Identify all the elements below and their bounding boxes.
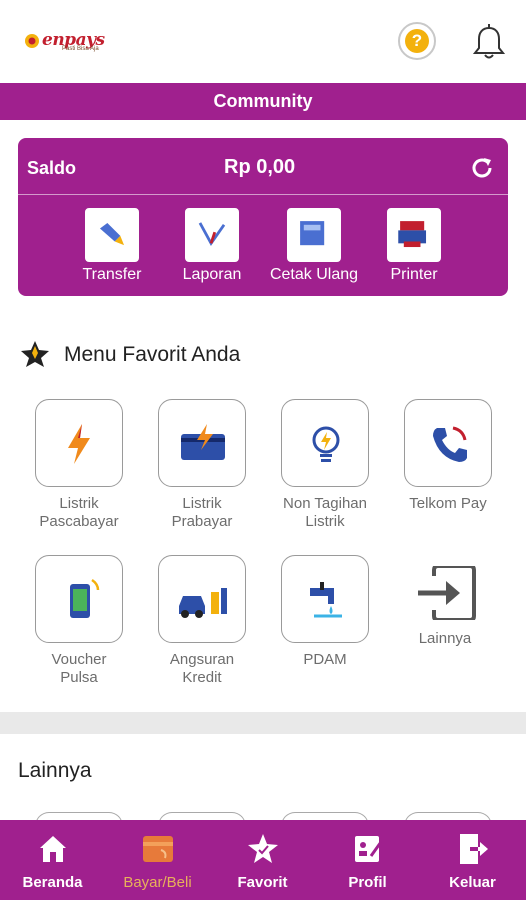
menu-angsuran-kredit[interactable]: Angsuran Kredit	[147, 555, 257, 687]
menu-label: Listrik Prabayar	[171, 495, 233, 530]
laporan-button[interactable]: Laporan	[176, 208, 248, 284]
nav-label: Favorit	[237, 874, 288, 891]
printer-button[interactable]: Printer	[378, 208, 450, 284]
login-arrow-icon[interactable]	[412, 566, 478, 620]
phone-icon	[404, 399, 492, 487]
transfer-label: Transfer	[82, 266, 142, 283]
mobile-icon	[35, 555, 123, 643]
others-title: Lainnya	[18, 759, 92, 782]
cetak-ulang-label: Cetak Ulang	[269, 266, 359, 283]
bottom-nav: Beranda Bayar/Beli Favorit Profil Keluar	[0, 820, 526, 900]
enpays-logo: enpays Pasti Bisa Aja	[22, 28, 140, 56]
saldo-divider	[18, 194, 508, 195]
logo-tagline: Pasti Bisa Aja	[62, 46, 99, 52]
menu-listrik-pascabayar[interactable]: Listrik Pascabayar	[24, 399, 134, 531]
car-installment-icon	[158, 555, 246, 643]
menu-label[interactable]: Lainnya	[400, 630, 490, 647]
help-icon: ?	[405, 29, 429, 53]
nav-label: Keluar	[449, 874, 496, 891]
favorites-title: Menu Favorit Anda	[64, 343, 241, 366]
saldo-card: Saldo Rp 0,00 Transfer Laporan Cetak Ula…	[18, 138, 508, 296]
cetak-ulang-button[interactable]: Cetak Ulang	[266, 208, 362, 284]
menu-label: Non Tagihan Listrik	[283, 495, 367, 530]
nav-keluar[interactable]: Keluar	[420, 820, 525, 900]
profile-icon	[355, 836, 383, 862]
app-header: enpays Pasti Bisa Aja ?	[0, 0, 526, 82]
menu-label: PDAM	[303, 651, 347, 668]
nav-profil[interactable]: Profil	[315, 820, 420, 900]
community-bar[interactable]: Community	[0, 83, 526, 120]
saldo-value: Rp 0,00	[224, 156, 296, 178]
menu-pdam[interactable]: PDAM	[270, 555, 380, 669]
menu-voucher-pulsa[interactable]: Voucher Pulsa	[24, 555, 134, 687]
saldo-label: Saldo	[27, 158, 77, 178]
menu-telkom-pay[interactable]: Telkom Pay	[393, 399, 503, 513]
section-divider	[0, 712, 526, 734]
help-button[interactable]: ?	[398, 22, 436, 60]
menu-label: Telkom Pay	[409, 495, 487, 512]
nav-label: Beranda	[22, 874, 83, 891]
reprint-icon	[287, 208, 341, 262]
menu-listrik-prabayar[interactable]: Listrik Prabayar	[147, 399, 257, 531]
menu-label: Listrik Pascabayar	[39, 495, 119, 530]
transfer-icon	[85, 208, 139, 262]
nav-label: Bayar/Beli	[123, 874, 192, 891]
star-icon	[248, 834, 278, 863]
pay-icon	[143, 836, 173, 862]
transfer-button[interactable]: Transfer	[76, 208, 148, 284]
nav-bayar-beli[interactable]: Bayar/Beli	[105, 820, 210, 900]
menu-label: Voucher Pulsa	[51, 651, 107, 686]
star-icon	[21, 341, 49, 367]
lightning-icon	[35, 399, 123, 487]
home-icon	[40, 836, 66, 862]
lightbulb-icon	[281, 399, 369, 487]
notification-bell-icon[interactable]	[470, 22, 508, 62]
nav-label: Profil	[348, 874, 387, 891]
printer-icon	[387, 208, 441, 262]
logout-icon	[460, 834, 488, 864]
water-tap-icon	[281, 555, 369, 643]
prepaid-electric-icon	[158, 399, 246, 487]
menu-label: Angsuran Kredit	[169, 651, 235, 686]
report-icon	[185, 208, 239, 262]
nav-favorit[interactable]: Favorit	[210, 820, 315, 900]
laporan-label: Laporan	[182, 266, 242, 283]
refresh-icon[interactable]	[468, 154, 496, 182]
menu-non-tagihan-listrik[interactable]: Non Tagihan Listrik	[270, 399, 380, 531]
logo-mark-icon	[25, 34, 39, 48]
printer-label: Printer	[390, 266, 438, 283]
nav-beranda[interactable]: Beranda	[0, 820, 105, 900]
